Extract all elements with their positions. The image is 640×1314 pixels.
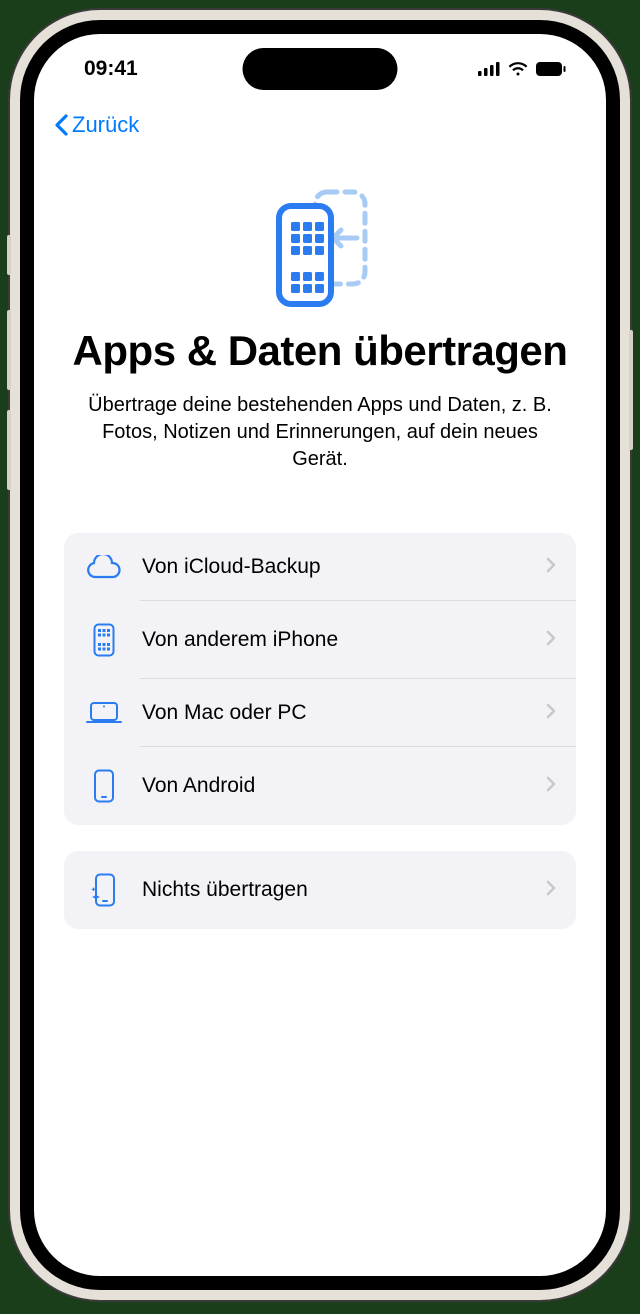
- dynamic-island: [243, 48, 398, 90]
- iphone-icon: [84, 623, 124, 657]
- chevron-left-icon: [54, 114, 68, 136]
- chevron-right-icon: [546, 776, 556, 797]
- chevron-right-icon: [546, 630, 556, 651]
- status-bar: 09:41: [34, 34, 606, 94]
- option-dont-transfer[interactable]: Nichts übertragen: [64, 851, 576, 929]
- skip-group: Nichts übertragen: [64, 851, 576, 929]
- phone-frame: 09:41 Zurück: [10, 10, 630, 1300]
- option-label: Von iCloud-Backup: [142, 555, 546, 579]
- chevron-right-icon: [546, 703, 556, 724]
- phone-icon: [84, 769, 124, 803]
- power-button: [629, 330, 633, 450]
- content-header: Apps & Daten übertragen Übertrage deine …: [34, 138, 606, 493]
- silent-switch: [7, 235, 11, 275]
- cellular-icon: [478, 62, 500, 76]
- chevron-right-icon: [546, 880, 556, 901]
- options: Von iCloud-Backup Von anderem iPhone: [34, 493, 606, 929]
- page-subtitle: Übertrage deine bestehenden Apps und Dat…: [64, 392, 576, 473]
- option-android[interactable]: Von Android: [64, 747, 576, 825]
- status-icons: [478, 62, 566, 76]
- wifi-icon: [508, 62, 528, 76]
- transfer-options-group: Von iCloud-Backup Von anderem iPhone: [64, 533, 576, 825]
- back-button[interactable]: Zurück: [54, 112, 139, 138]
- option-other-iphone[interactable]: Von anderem iPhone: [64, 601, 576, 679]
- option-label: Nichts übertragen: [142, 878, 546, 902]
- option-label: Von Mac oder PC: [142, 701, 546, 725]
- option-label: Von Android: [142, 774, 546, 798]
- status-time: 09:41: [84, 57, 138, 81]
- back-label: Zurück: [72, 112, 139, 138]
- transfer-hero-icon: [64, 188, 576, 308]
- option-mac-pc[interactable]: Von Mac oder PC: [64, 679, 576, 747]
- cloud-icon: [84, 555, 124, 579]
- chevron-right-icon: [546, 557, 556, 578]
- battery-icon: [536, 62, 566, 76]
- phone-sparkle-icon: [84, 873, 124, 907]
- option-label: Von anderem iPhone: [142, 628, 546, 652]
- screen: 09:41 Zurück: [34, 34, 606, 1276]
- page-title: Apps & Daten übertragen: [64, 328, 576, 374]
- nav-bar: Zurück: [34, 94, 606, 138]
- volume-up: [7, 310, 11, 390]
- option-icloud-backup[interactable]: Von iCloud-Backup: [64, 533, 576, 601]
- laptop-icon: [84, 701, 124, 725]
- volume-down: [7, 410, 11, 490]
